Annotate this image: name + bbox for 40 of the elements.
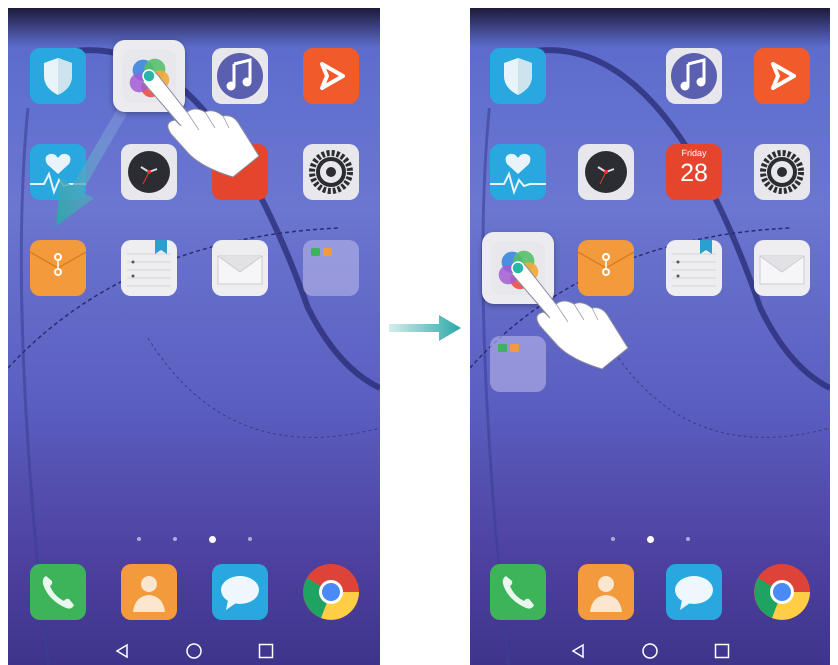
clock-icon[interactable] [578, 144, 634, 200]
music-note-icon[interactable] [666, 48, 722, 104]
speech-bubble-icon[interactable] [212, 564, 268, 620]
mail-icon[interactable] [754, 240, 810, 296]
clock-icon[interactable] [120, 144, 176, 200]
page-dot[interactable] [136, 537, 140, 541]
date-text: 28 [680, 161, 708, 186]
browser-icon[interactable] [302, 564, 358, 620]
calendar-icon[interactable]: Friday 28 [666, 144, 722, 200]
page-dot[interactable] [646, 536, 654, 542]
home-icon[interactable] [186, 643, 202, 659]
back-icon[interactable] [570, 643, 586, 659]
page-dot[interactable] [610, 537, 614, 541]
phone-icon[interactable] [490, 564, 546, 620]
speech-bubble-icon[interactable] [666, 564, 722, 620]
shield-icon[interactable] [490, 48, 546, 104]
play-icon[interactable] [302, 48, 358, 104]
gear-icon[interactable] [302, 144, 358, 200]
shield-icon[interactable] [30, 48, 86, 104]
notepad-icon[interactable] [120, 240, 176, 296]
page-dot[interactable] [248, 537, 252, 541]
phone-icon[interactable] [30, 564, 86, 620]
person-icon[interactable] [578, 564, 634, 620]
page-dot[interactable] [686, 537, 690, 541]
envelope-icon[interactable] [30, 240, 86, 296]
page-dot[interactable] [172, 537, 176, 541]
back-icon[interactable] [114, 643, 130, 659]
recents-icon[interactable] [714, 643, 730, 659]
home-icon[interactable] [642, 643, 658, 659]
notepad-icon[interactable] [666, 240, 722, 296]
mail-icon[interactable] [212, 240, 268, 296]
gear-icon[interactable] [754, 144, 810, 200]
browser-icon[interactable] [754, 564, 810, 620]
person-icon[interactable] [120, 564, 176, 620]
page-dot[interactable] [208, 536, 216, 542]
recents-icon[interactable] [258, 643, 274, 659]
envelope-icon[interactable] [578, 240, 634, 296]
play-icon[interactable] [754, 48, 810, 104]
music-note-icon[interactable] [212, 48, 268, 104]
weekday-text: Friday [681, 149, 706, 158]
